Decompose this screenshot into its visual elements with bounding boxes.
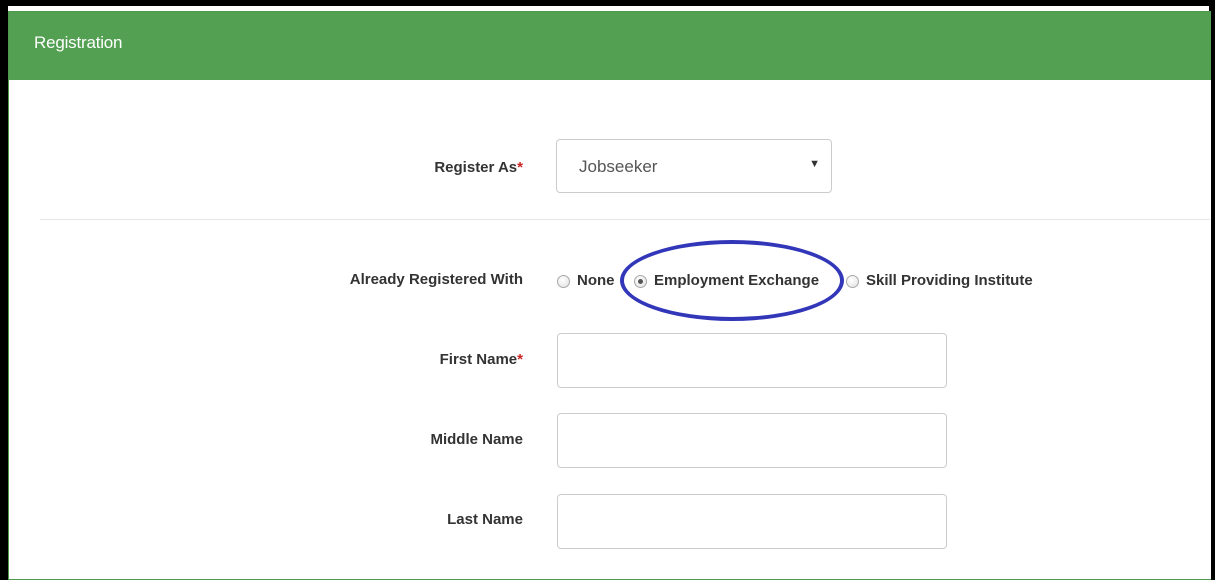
radio-skill-providing-institute-label: Skill Providing Institute bbox=[866, 272, 1033, 289]
radio-employment-exchange[interactable] bbox=[634, 275, 647, 288]
register-as-label-text: Register As bbox=[434, 159, 518, 176]
first-name-label-text: First Name bbox=[439, 351, 518, 368]
first-name-label: First Name* bbox=[440, 351, 523, 368]
first-name-input[interactable] bbox=[557, 333, 947, 388]
required-mark: * bbox=[517, 159, 523, 176]
radio-skill-providing-institute[interactable] bbox=[846, 275, 859, 288]
middle-name-input[interactable] bbox=[557, 413, 947, 468]
last-name-label: Last Name bbox=[447, 511, 523, 528]
register-as-selected-value: Jobseeker bbox=[579, 157, 658, 176]
register-as-label: Register As* bbox=[434, 159, 523, 176]
panel-title: Registration bbox=[34, 33, 123, 52]
radio-none[interactable] bbox=[557, 275, 570, 288]
caret-down-icon: ▼ bbox=[809, 158, 820, 170]
radio-employment-exchange-label: Employment Exchange bbox=[654, 272, 820, 289]
radio-none-label: None bbox=[577, 272, 615, 289]
already-registered-label: Already Registered With bbox=[349, 271, 523, 288]
middle-name-label: Middle Name bbox=[430, 431, 523, 448]
section-divider bbox=[40, 219, 1210, 220]
register-as-select[interactable]: Jobseeker ▼ bbox=[556, 139, 832, 193]
panel-header: Registration bbox=[9, 12, 1211, 80]
last-name-input[interactable] bbox=[557, 494, 947, 549]
required-mark: * bbox=[517, 351, 523, 368]
